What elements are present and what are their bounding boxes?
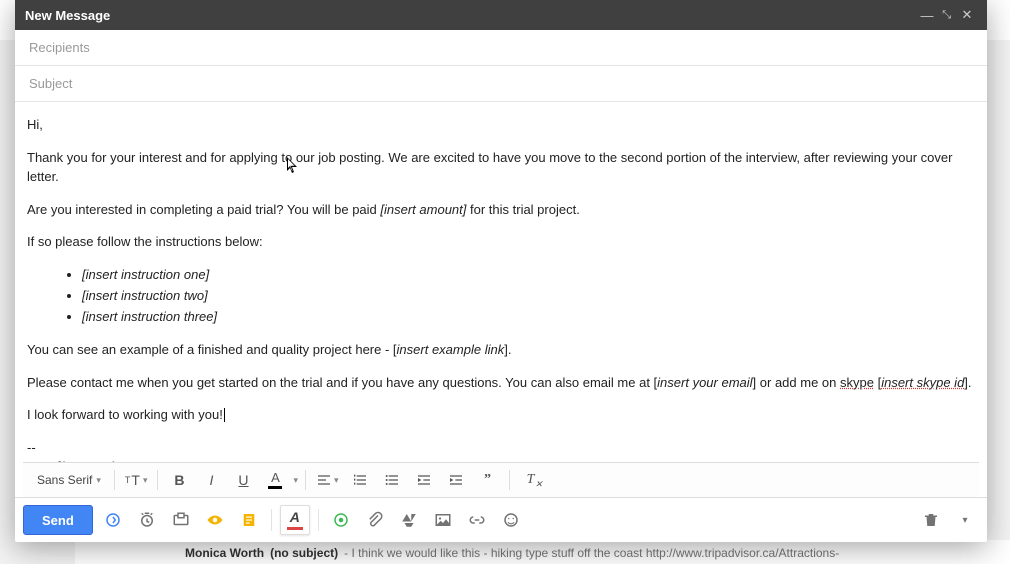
- body-p6: I look forward to working with you!: [27, 406, 975, 425]
- tracking-icon[interactable]: [167, 506, 195, 534]
- subject-field[interactable]: [15, 66, 987, 102]
- list-item: [insert instruction one]: [82, 266, 975, 285]
- indent-more-button[interactable]: [442, 468, 470, 492]
- insert-photo-icon[interactable]: [429, 506, 457, 534]
- list-item: [insert instruction three]: [82, 308, 975, 327]
- body-p4: You can see an example of a finished and…: [27, 341, 975, 360]
- subject-input[interactable]: [27, 75, 979, 92]
- align-button[interactable]: ▾: [313, 468, 342, 492]
- bold-button[interactable]: B: [165, 468, 193, 492]
- font-family-picker[interactable]: Sans Serif▾: [31, 468, 107, 492]
- body-p2: Are you interested in completing a paid …: [27, 201, 975, 220]
- body-greeting: Hi,: [27, 116, 975, 135]
- discard-draft-button[interactable]: [917, 506, 945, 534]
- compose-title: New Message: [25, 8, 917, 23]
- clear-formatting-button[interactable]: T✕: [517, 468, 545, 492]
- bullet-list-button[interactable]: [378, 468, 406, 492]
- indent-less-button[interactable]: [410, 468, 438, 492]
- minimize-button[interactable]: —: [917, 8, 937, 23]
- notes-icon[interactable]: [235, 506, 263, 534]
- grammar-icon[interactable]: [327, 506, 355, 534]
- attach-file-icon[interactable]: [361, 506, 389, 534]
- compose-titlebar[interactable]: New Message — ⤢ ✕: [15, 0, 987, 30]
- more-options-button[interactable]: ▾: [951, 506, 979, 534]
- body-p3: If so please follow the instructions bel…: [27, 233, 975, 252]
- compose-window: New Message — ⤢ ✕ Hi, Thank you for your…: [15, 0, 987, 542]
- send-later-icon[interactable]: [133, 506, 161, 534]
- signature-name: Angelina Fomina: [27, 458, 975, 462]
- body-instruction-list: [insert instruction one] [insert instruc…: [27, 266, 975, 327]
- italic-button[interactable]: I: [197, 468, 225, 492]
- list-item: [insert instruction two]: [82, 287, 975, 306]
- close-button[interactable]: ✕: [957, 7, 977, 23]
- body-p5: Please contact me when you get started o…: [27, 374, 975, 393]
- body-p1: Thank you for your interest and for appl…: [27, 149, 975, 187]
- send-button[interactable]: Send: [23, 505, 93, 535]
- text-color-button[interactable]: A: [261, 468, 289, 492]
- send-toolbar: Send A: [15, 497, 987, 542]
- quote-button[interactable]: ”: [474, 468, 502, 492]
- numbered-list-button[interactable]: [346, 468, 374, 492]
- font-size-picker[interactable]: TT▾: [122, 468, 151, 492]
- recipients-input[interactable]: [27, 39, 979, 56]
- text-caret: [224, 408, 225, 422]
- formatting-toggle-button[interactable]: A: [280, 505, 310, 535]
- recipients-field[interactable]: [15, 30, 987, 66]
- message-body[interactable]: Hi, Thank you for your interest and for …: [15, 102, 987, 462]
- insert-emoji-icon[interactable]: [497, 506, 525, 534]
- read-receipt-icon[interactable]: [201, 506, 229, 534]
- boomerang-icon[interactable]: [99, 506, 127, 534]
- insert-link-icon[interactable]: [463, 506, 491, 534]
- insert-drive-icon[interactable]: [395, 506, 423, 534]
- background-mail-row: Monica Worth (no subject) - I think we w…: [75, 540, 1010, 564]
- signature-divider: --: [27, 439, 975, 458]
- underline-button[interactable]: U: [229, 468, 257, 492]
- formatting-toolbar: Sans Serif▾ TT▾ B I U A ▾ ▾ ”: [23, 462, 979, 497]
- pop-out-button[interactable]: ⤢: [937, 9, 957, 22]
